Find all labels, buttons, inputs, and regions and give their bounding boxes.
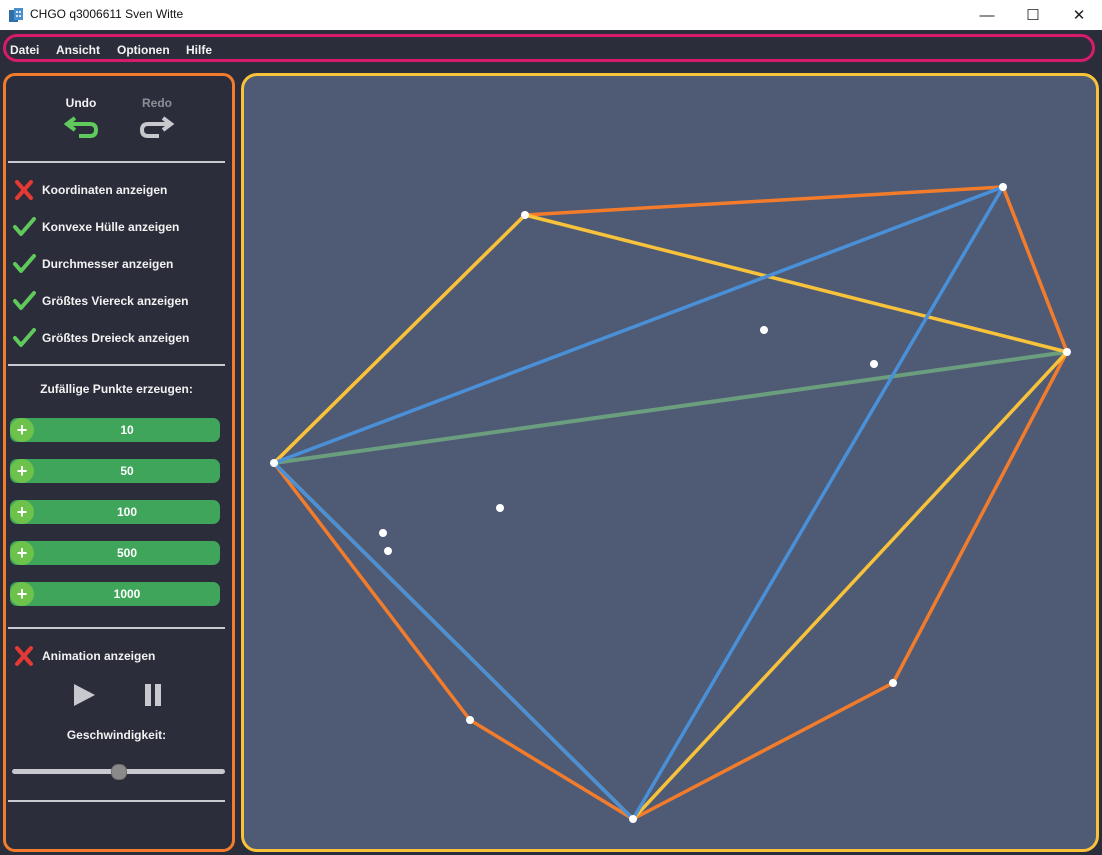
- animation-label: Animation anzeigen: [42, 649, 156, 663]
- maximize-icon: ☐: [1026, 7, 1040, 24]
- cross-icon: [15, 646, 33, 666]
- diameter-line: [273, 350, 1068, 465]
- option-label: Konvexe Hülle anzeigen: [42, 220, 180, 234]
- divider: [8, 161, 225, 163]
- plus-icon: +: [10, 582, 34, 606]
- generate-1000-button[interactable]: + 1000: [10, 582, 220, 606]
- option-konvexe-huelle[interactable]: Konvexe Hülle anzeigen: [12, 216, 179, 238]
- canvas-drawing: [270, 183, 1071, 823]
- undo-button[interactable]: Undo: [58, 96, 104, 145]
- generate-count: 100: [116, 505, 138, 519]
- check-icon: [13, 328, 36, 347]
- check-icon: [13, 217, 36, 236]
- option-koordinaten[interactable]: Koordinaten anzeigen: [12, 179, 167, 201]
- generate-100-button[interactable]: + 100: [10, 500, 220, 524]
- generate-count: 10: [120, 423, 134, 437]
- option-label: Koordinaten anzeigen: [42, 183, 168, 197]
- plus-icon: +: [10, 500, 34, 524]
- random-points-title: Zufällige Punkte erzeugen:: [40, 382, 193, 396]
- title-bar: CHGO q3006611 Sven Witte — ☐ ✕: [0, 0, 1102, 30]
- menu-optionen[interactable]: Optionen: [117, 43, 170, 57]
- option-groesstes-dreieck[interactable]: Größtes Dreieck anzeigen: [12, 327, 189, 349]
- undo-label: Undo: [65, 96, 97, 110]
- option-label: Größtes Viereck anzeigen: [42, 294, 189, 308]
- redo-arrow-icon: [139, 116, 175, 138]
- minimize-icon: —: [979, 6, 995, 24]
- pause-icon[interactable]: [143, 683, 163, 707]
- check-icon: [13, 254, 36, 273]
- option-durchmesser[interactable]: Durchmesser anzeigen: [12, 253, 173, 275]
- generate-count: 500: [116, 546, 138, 560]
- cross-icon: [15, 180, 33, 200]
- app-icon: [9, 8, 23, 22]
- speed-slider-thumb[interactable]: [110, 764, 127, 780]
- speed-label: Geschwindigkeit:: [66, 728, 167, 742]
- generate-50-button[interactable]: + 50: [10, 459, 220, 483]
- window-title: CHGO q3006611 Sven Witte: [30, 7, 184, 21]
- plus-icon: +: [10, 459, 34, 483]
- maximize-button[interactable]: ☐: [1010, 0, 1056, 30]
- point[interactable]: [999, 183, 1007, 191]
- generate-10-button[interactable]: + 10: [10, 418, 220, 442]
- play-icon[interactable]: [72, 683, 96, 707]
- option-groesstes-viereck[interactable]: Größtes Viereck anzeigen: [12, 290, 189, 312]
- point[interactable]: [889, 679, 897, 687]
- option-animation[interactable]: Animation anzeigen: [12, 645, 155, 667]
- menu-ansicht[interactable]: Ansicht: [56, 43, 100, 57]
- plus-icon: +: [10, 541, 34, 565]
- divider: [8, 800, 225, 802]
- divider: [8, 364, 225, 366]
- geometry-canvas[interactable]: [241, 73, 1099, 852]
- point[interactable]: [629, 815, 637, 823]
- minimize-button[interactable]: —: [964, 0, 1010, 30]
- point[interactable]: [760, 326, 768, 334]
- option-label: Durchmesser anzeigen: [42, 257, 174, 271]
- generate-count: 1000: [113, 587, 141, 601]
- redo-button[interactable]: Redo: [134, 96, 180, 145]
- undo-arrow-icon: [63, 116, 99, 138]
- plus-icon: +: [10, 418, 34, 442]
- point[interactable]: [1063, 348, 1071, 356]
- largest-triangle: [272, 185, 1005, 821]
- point[interactable]: [270, 459, 278, 467]
- point[interactable]: [870, 360, 878, 368]
- divider: [8, 627, 225, 629]
- check-icon: [13, 291, 36, 310]
- redo-label: Redo: [142, 96, 172, 110]
- close-icon: ✕: [1072, 7, 1086, 24]
- largest-quadrilateral: [272, 213, 1069, 821]
- point[interactable]: [496, 504, 504, 512]
- option-label: Größtes Dreieck anzeigen: [42, 331, 190, 345]
- menu-hilfe[interactable]: Hilfe: [186, 43, 212, 57]
- generate-500-button[interactable]: + 500: [10, 541, 220, 565]
- menu-datei[interactable]: Datei: [10, 43, 39, 57]
- point[interactable]: [521, 211, 529, 219]
- point[interactable]: [466, 716, 474, 724]
- generate-count: 50: [120, 464, 134, 478]
- point[interactable]: [379, 529, 387, 537]
- close-button[interactable]: ✕: [1056, 0, 1102, 30]
- point[interactable]: [384, 547, 392, 555]
